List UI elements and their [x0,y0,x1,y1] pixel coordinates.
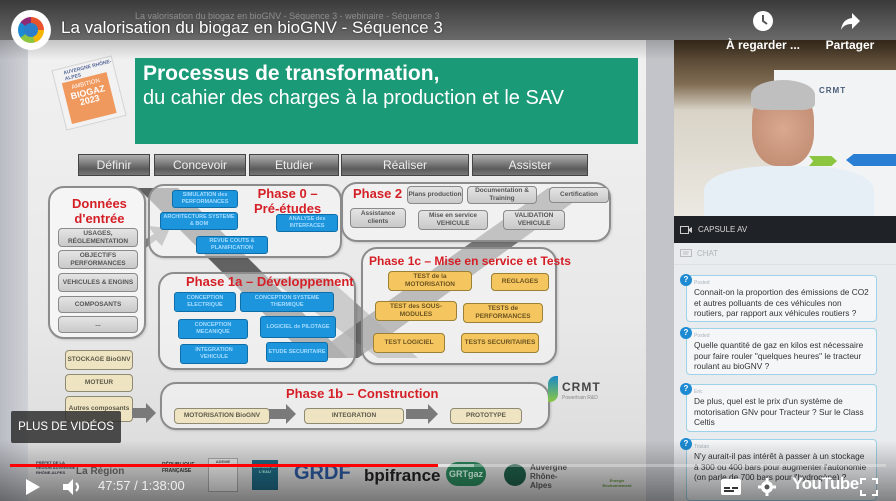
subtitles-button[interactable] [718,476,744,498]
gear-icon [758,478,776,496]
fullscreen-button[interactable] [856,476,882,498]
message-author: Posted [694,280,710,286]
video-player[interactable]: AUVERGNE RHÔNE-ALPES AMBITION BIOGAZ 202… [0,0,896,501]
chat-message: ? Posted Quelle quantité de gaz en kilos… [680,327,877,375]
crmt-logo: CRMT Powertrain R&D [548,376,618,408]
question-icon: ? [680,383,692,395]
speaker-body [704,166,874,216]
channel-logo-globe [24,23,38,37]
share-arrow-icon [841,13,860,30]
arrow-icon [269,404,296,424]
message-text: Quelle quantité de gaz en kilos est néce… [694,340,864,371]
crmt-logo-sub: Powertrain R&D [562,395,598,401]
capsule-label: CAPSULE AV [698,225,748,234]
question-icon: ? [680,274,692,286]
chat-message: ? Posted Connait-on la proportion des ém… [680,274,877,322]
progress-played [10,464,439,467]
video-title[interactable]: La valorisation du biogaz en bioGNV - Sé… [61,18,443,38]
webcam-poster-arrow [846,154,896,166]
message-author: Eric [694,389,703,395]
speaker-webcam: CRMT [674,40,896,216]
message-text: De plus, quel est le prix d'un système d… [694,396,864,427]
clock-icon [753,11,773,31]
video-camera-icon [680,225,692,234]
time-display: 47:57 / 1:38:00 [98,478,185,493]
youtube-logo-button[interactable]: YouTube [792,474,859,494]
watch-later-label: À regarder ... [725,38,801,52]
capsule-tab[interactable]: CAPSULE AV [674,216,896,243]
message-text: Connait-on la proportion des émissions d… [694,287,869,318]
chat-icon [680,248,692,257]
question-icon: ? [680,327,692,339]
play-icon [26,479,40,495]
webcam-poster-arrow [809,156,837,166]
share-label: Partager [825,38,875,52]
progress-bar[interactable] [10,464,886,467]
share-button[interactable]: Partager [810,10,890,52]
chat-label: CHAT [697,249,719,258]
mute-button[interactable] [60,476,86,498]
play-button[interactable] [20,476,46,498]
volume-icon [63,479,79,495]
arrow-icon [406,404,438,424]
chat-message: ? Eric De plus, quel est le prix d'un sy… [680,383,877,432]
subtitles-icon [721,479,741,495]
chat-tab[interactable]: CHAT [674,243,896,265]
webcam-logo: CRMT [819,86,847,95]
speaker-hair [751,80,815,110]
fullscreen-icon [860,478,878,496]
slide-right-margin [646,40,674,501]
flow-arrows [132,403,438,424]
more-videos-button[interactable]: PLUS DE VIDÉOS [11,411,121,443]
channel-avatar[interactable] [11,10,51,50]
crmt-logo-text: CRMT [562,380,601,394]
settings-button[interactable] [754,476,780,498]
message-author: Posted [694,333,710,339]
presentation-slide: AUVERGNE RHÔNE-ALPES AMBITION BIOGAZ 202… [28,40,674,501]
watch-later-button[interactable]: À regarder ... [723,10,803,52]
arrow-icon [132,403,156,423]
crmt-mark [548,376,558,402]
